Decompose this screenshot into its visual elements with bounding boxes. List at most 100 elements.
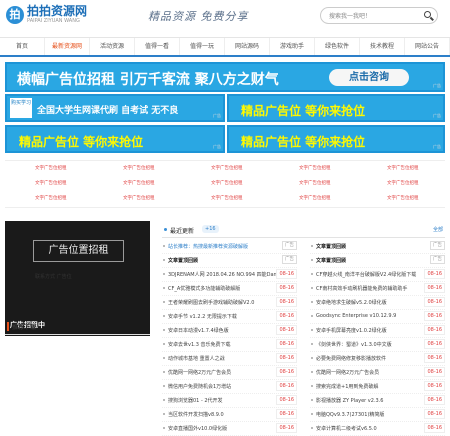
nav-item[interactable]: 活动资源 xyxy=(90,38,135,55)
list-item-name[interactable]: 搜狗浏览器01 - 2代开发 xyxy=(168,397,278,404)
list-item-name[interactable]: 当区软件开发扫描v8.9.0 xyxy=(168,411,278,418)
nav-item[interactable]: 值得一看 xyxy=(135,38,180,55)
list-item[interactable]: 安卓手机屏幕亮度v1.0.2绿化版 08-16 xyxy=(310,323,445,338)
list-item[interactable]: 影视播放器 ZY Player v2.3.6 08-16 xyxy=(310,393,445,408)
list-item[interactable]: 安卓去世v1.3 音乐免费下载 08-16 xyxy=(162,337,297,352)
list-item-name[interactable]: 安卓日本动漫v1.7.4绿色版 xyxy=(168,327,278,334)
latest-updates-panel: 最近更新 +16 全部 站长推荐：热搜最新推荐资源破解版 广告 文章置顶回顾 广告 3D… xyxy=(162,224,445,436)
list-item-name[interactable]: Goodsync Enterprise v10.12.9.9 xyxy=(316,313,426,319)
list-item[interactable]: 王者荣耀刷图去刷手游戏辅助破解V2.0 08-16 xyxy=(162,295,297,310)
list-item-name[interactable]: 优酷网一网络2万元广告会员 xyxy=(168,369,278,376)
text-ad-link[interactable]: 文字广告位招租 xyxy=(35,165,67,171)
text-ad-link[interactable]: 文字广告位招租 xyxy=(123,195,155,201)
list-item-name[interactable]: 微信用户免费随机会1万增站 xyxy=(168,383,278,390)
list-item-name[interactable]: 必要免费网络修复移影播放软件 xyxy=(316,355,426,362)
text-ad-link[interactable]: 文字广告位招租 xyxy=(123,180,155,186)
text-ad-link[interactable]: 文字广告位招租 xyxy=(299,195,331,201)
latest-list-left: 站长推荐：热搜最新推荐资源破解版 广告 文章置顶回顾 广告 3DJRENAM人网 201… xyxy=(162,239,297,436)
banner-ad-big[interactable]: 横幅广告位招租 引万千客流 聚八方之财气 点击咨询 广告 xyxy=(5,62,445,92)
list-item[interactable]: 安卓绝地求生破解v5.2.0绿化版 08-16 xyxy=(310,295,445,310)
list-item[interactable]: 搜狗浏览器01 - 2代开发 08-16 xyxy=(162,393,297,408)
list-item-name[interactable]: 安卓绝地求生破解v5.2.0绿化版 xyxy=(316,299,426,306)
list-item[interactable]: 优酷网一网络2万元广告会员 08-16 xyxy=(162,365,297,380)
nav-item[interactable]: 最新资源网 xyxy=(45,38,90,55)
list-item[interactable]: 3DJRENAM人网 2018.04.26 NO.994 四能Dan... 08-… xyxy=(162,267,297,282)
bullet-icon xyxy=(311,329,313,331)
bullet-icon xyxy=(163,245,165,247)
list-item[interactable]: CF_A优雅模式多功能辅助破解版 08-16 xyxy=(162,281,297,296)
nav-item[interactable]: 值得一玩 xyxy=(180,38,225,55)
list-item-name[interactable]: 动作城市基地 重置人之战 xyxy=(168,355,278,362)
quality-ad-2[interactable]: 精品广告位 等你来抢位 广告 xyxy=(5,125,225,153)
quality-ad-1[interactable]: 精品广告位 等你来抢位 广告 xyxy=(227,94,445,122)
text-ad-link[interactable]: 文字广告位招租 xyxy=(211,165,243,171)
list-item[interactable]: 安卓手节 v1.2.2 无限提示下载 08-16 xyxy=(162,309,297,324)
nav-item[interactable]: 绿色软件 xyxy=(315,38,360,55)
list-item[interactable]: 微信用户免费随机会1万增站 08-16 xyxy=(162,379,297,394)
text-ad-link[interactable]: 文字广告位招租 xyxy=(211,180,243,186)
text-ad-link[interactable]: 文字广告位招租 xyxy=(123,165,155,171)
list-item-name[interactable]: CF南村高效手动刷机器能免费的辅助助手 xyxy=(316,285,426,292)
latest-list-right: 文章置顶回顾 广告 文章置顶回顾 广告 CF穿越火线_南洋平台破解版V2.4绿化版下载 0… xyxy=(310,239,445,436)
list-item[interactable]: 电脑QQv9.3.7(27301)精简版 08-16 xyxy=(310,407,445,422)
list-item[interactable]: 安卓计算机二级考试v6.5.0 08-16 xyxy=(310,421,445,436)
list-item[interactable]: 安卓直播国外v10.0绿化版 08-16 xyxy=(162,421,297,436)
search-input[interactable]: 搜索我一我吧！ xyxy=(320,7,438,24)
list-item[interactable]: 必要免费网络修复移影播放软件 08-16 xyxy=(310,351,445,366)
list-item-name[interactable]: 电脑QQv9.3.7(27301)精简版 xyxy=(316,411,426,418)
list-item[interactable]: 动作城市基地 重置人之战 08-16 xyxy=(162,351,297,366)
bullet-icon xyxy=(163,357,165,359)
list-item-name[interactable]: 站长推荐：热搜最新推荐资源破解版 xyxy=(168,243,278,250)
text-ad-link[interactable]: 文字广告位招租 xyxy=(299,165,331,171)
list-item[interactable]: 站长推荐：热搜最新推荐资源破解版 广告 xyxy=(162,239,297,254)
text-ad-link[interactable]: 文字广告位招租 xyxy=(387,195,419,201)
consult-button[interactable]: 点击咨询 xyxy=(329,69,409,86)
list-item-name[interactable]: 文章置顶回顾 xyxy=(316,257,426,264)
list-item-name[interactable]: 《剑侠世界：蜀道》v1.3.0中文版 xyxy=(316,341,426,348)
list-item-name[interactable]: 安卓去世v1.3 音乐免费下载 xyxy=(168,341,278,348)
text-ad-link[interactable]: 文字广告位招租 xyxy=(35,180,67,186)
list-item-name[interactable]: 3DJRENAM人网 2018.04.26 NO.994 四能Dan... xyxy=(168,271,278,278)
list-item[interactable]: 文章置顶回顾 广告 xyxy=(162,253,297,268)
list-item[interactable]: 文章置顶回顾 广告 xyxy=(310,239,445,254)
list-item-date: 08-16 xyxy=(424,297,445,307)
text-ad-link[interactable]: 文字广告位招租 xyxy=(387,180,419,186)
latest-more-link[interactable]: 全部 xyxy=(433,226,443,233)
list-item[interactable]: 文章置顶回顾 广告 xyxy=(310,253,445,268)
nav-item[interactable]: 网站公告 xyxy=(405,38,450,55)
bullet-icon xyxy=(163,399,165,401)
nav-item[interactable]: 网站源码 xyxy=(225,38,270,55)
list-item-date: 08-16 xyxy=(424,311,445,321)
list-item-name[interactable]: 搜索完成道+1用到免费破解 xyxy=(316,383,426,390)
list-item[interactable]: 搜索完成道+1用到免费破解 08-16 xyxy=(310,379,445,394)
nav-item[interactable]: 游戏助手 xyxy=(270,38,315,55)
nav-item[interactable]: 技术教程 xyxy=(360,38,405,55)
search-icon[interactable] xyxy=(424,11,431,18)
list-item[interactable]: CF穿越火线_南洋平台破解版V2.4绿化版下载 08-16 xyxy=(310,267,445,282)
text-ad-link[interactable]: 文字广告位招租 xyxy=(211,195,243,201)
list-item-name[interactable]: 安卓手机屏幕亮度v1.0.2绿化版 xyxy=(316,327,426,334)
list-item[interactable]: CF南村高效手动刷机器能免费的辅助助手 08-16 xyxy=(310,281,445,296)
list-item-name[interactable]: 文章置顶回顾 xyxy=(316,243,426,250)
list-item[interactable]: 当区软件开发扫描v8.9.0 08-16 xyxy=(162,407,297,422)
quality-ad-3[interactable]: 精品广告位 等你来抢位 广告 xyxy=(227,125,445,153)
text-ad-link[interactable]: 文字广告位招租 xyxy=(299,180,331,186)
list-item[interactable]: 安卓日本动漫v1.7.4绿色版 08-16 xyxy=(162,323,297,338)
site-logo[interactable]: 拍 拍拍资源网 PAIPAI ZIYUAN WANG xyxy=(6,5,87,24)
banner-ad-school[interactable]: 购买学习 全国大学生网课代刷 自考试 无不良 广告 xyxy=(5,94,225,122)
list-item-name[interactable]: 安卓手节 v1.2.2 无限提示下载 xyxy=(168,313,278,320)
list-item[interactable]: 《剑侠世界：蜀道》v1.3.0中文版 08-16 xyxy=(310,337,445,352)
list-item-name[interactable]: 优酷网一网络2万元广告会员 xyxy=(316,369,426,376)
list-item-name[interactable]: 文章置顶回顾 xyxy=(168,257,278,264)
left-ad-panel[interactable]: 广告位置招租 联系方式 广告位 广告招租中 xyxy=(5,221,150,336)
list-item-name[interactable]: 王者荣耀刷图去刷手游戏辅助破解V2.0 xyxy=(168,299,278,306)
list-item-name[interactable]: CF_A优雅模式多功能辅助破解版 xyxy=(168,285,278,292)
list-item-name[interactable]: CF穿越火线_南洋平台破解版V2.4绿化版下载 xyxy=(316,271,426,278)
nav-item[interactable]: 首页 xyxy=(0,38,45,55)
bullet-icon xyxy=(163,329,165,331)
list-item[interactable]: 优酷网一网络2万元广告会员 08-16 xyxy=(310,365,445,380)
list-item[interactable]: Goodsync Enterprise v10.12.9.9 08-16 xyxy=(310,309,445,324)
text-ad-link[interactable]: 文字广告位招租 xyxy=(35,195,67,201)
text-ad-link[interactable]: 文字广告位招租 xyxy=(387,165,419,171)
list-item-name[interactable]: 影视播放器 ZY Player v2.3.6 xyxy=(316,397,426,404)
